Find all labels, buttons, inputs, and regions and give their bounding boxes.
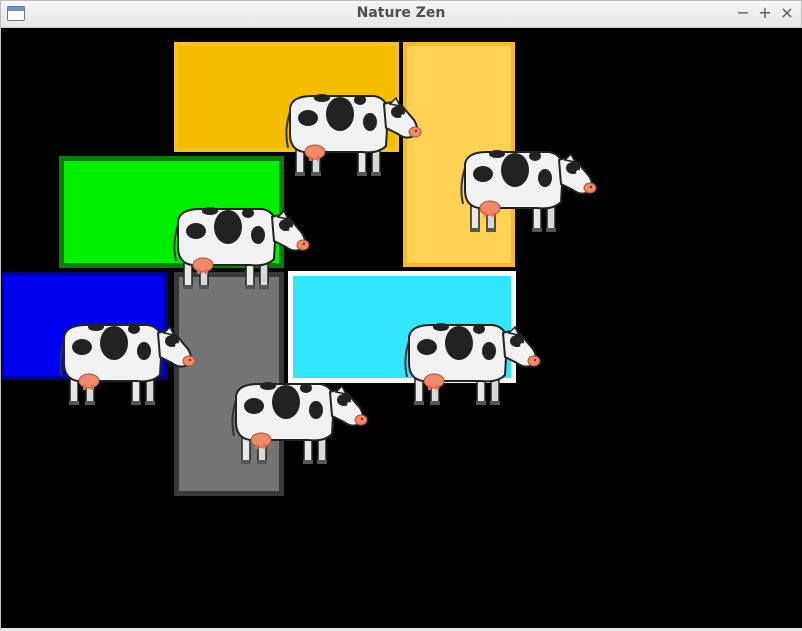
cow-sprite[interactable]: [170, 203, 310, 293]
cow-sprite[interactable]: [56, 319, 196, 409]
cow-sprite[interactable]: [282, 90, 422, 180]
maximize-button[interactable]: +: [756, 4, 774, 22]
minimize-button[interactable]: −: [734, 4, 752, 22]
game-canvas[interactable]: [2, 28, 802, 629]
title-bar[interactable]: Nature Zen − + ×: [1, 1, 801, 28]
cow-sprite[interactable]: [457, 146, 597, 236]
cow-sprite[interactable]: [401, 319, 541, 409]
cow-sprite[interactable]: [228, 378, 368, 468]
window-title: Nature Zen: [356, 5, 446, 21]
app-window: Nature Zen − + ×: [0, 0, 802, 631]
close-button[interactable]: ×: [778, 4, 796, 22]
